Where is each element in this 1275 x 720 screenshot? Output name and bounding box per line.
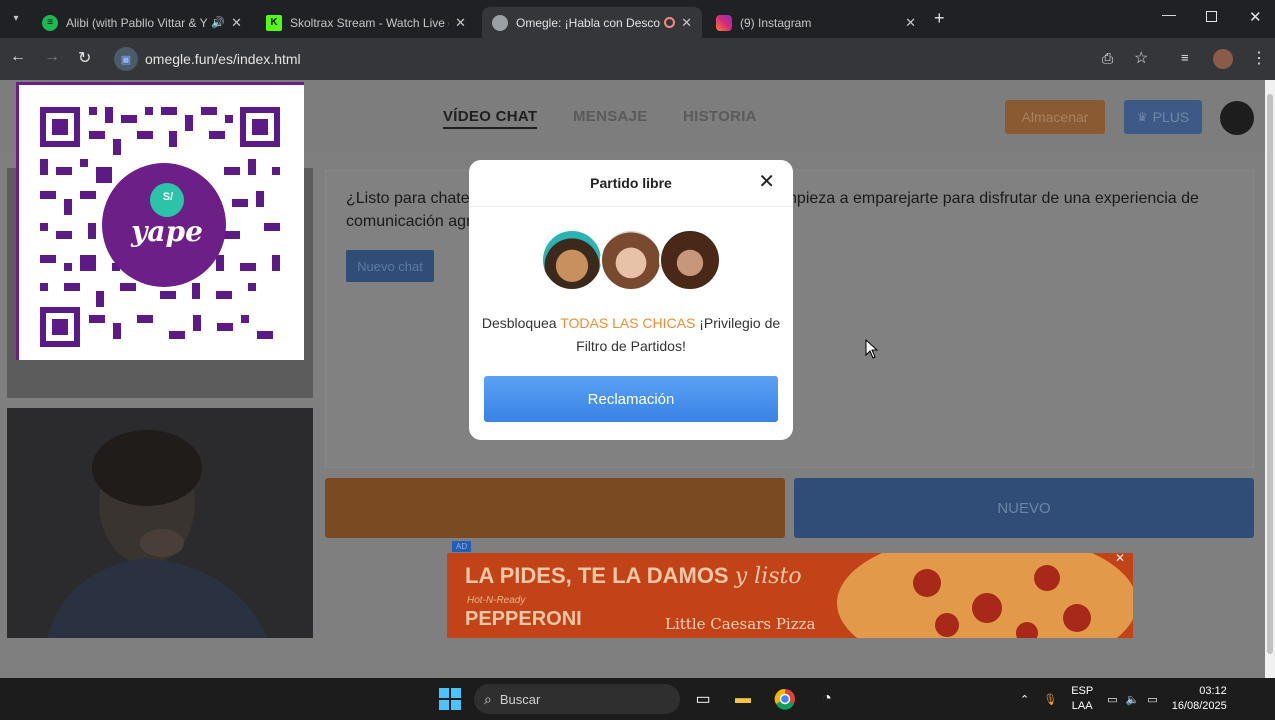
clock[interactable]: 03:12 16/08/2025 bbox=[1172, 684, 1227, 714]
close-icon[interactable]: ✕ bbox=[455, 15, 466, 31]
close-window-button[interactable]: ✕ bbox=[1249, 8, 1262, 26]
media-control-icon[interactable]: ≡ bbox=[1181, 50, 1189, 65]
ad-headline: LA PIDES, TE LA DAMOS y listo bbox=[465, 563, 802, 589]
yape-logo-text: yape bbox=[131, 215, 203, 248]
site-info-icon[interactable]: ▣ bbox=[114, 47, 138, 71]
back-icon[interactable]: ← bbox=[10, 48, 26, 66]
install-app-icon[interactable]: ⎙ bbox=[1102, 50, 1113, 67]
bookmark-star-icon[interactable]: ☆ bbox=[1134, 48, 1148, 68]
pizza-ad-banner[interactable]: LA PIDES, TE LA DAMOS y listo Hot-N-Read… bbox=[447, 553, 1133, 638]
close-icon[interactable]: ✕ bbox=[231, 15, 242, 31]
modal-title: Partido libre bbox=[590, 175, 672, 191]
windows-start-icon[interactable] bbox=[437, 686, 463, 712]
new-chat-button[interactable]: Nuevo chat bbox=[346, 250, 434, 282]
tab-title: Omegle: ¡Habla con Desconocidos! bbox=[516, 15, 661, 30]
close-icon[interactable]: ✕ bbox=[905, 15, 916, 31]
tab-bar: ▾ ≡ Alibi (with Pabllo Vittar & Yseult) … bbox=[0, 0, 1275, 38]
plus-button[interactable]: ♛ PLUS bbox=[1124, 100, 1202, 134]
recording-icon bbox=[664, 17, 676, 28]
store-button[interactable]: Almacenar bbox=[1005, 100, 1105, 134]
new-tab-button[interactable]: + bbox=[934, 8, 945, 29]
tab-instagram[interactable]: (9) Instagram ✕ bbox=[706, 7, 926, 38]
ad-close-icon[interactable]: ✕ bbox=[1115, 553, 1125, 565]
nav-history[interactable]: HISTORIA bbox=[683, 108, 757, 125]
modal-divider bbox=[469, 206, 793, 207]
tab-search-button[interactable]: ▾ bbox=[6, 10, 26, 28]
close-icon[interactable]: ✕ bbox=[758, 172, 775, 192]
free-match-modal: Partido libre ✕ Desbloquea TODAS LAS CHI… bbox=[469, 160, 793, 440]
tab-title: Alibi (with Pabllo Vittar & Yseult) bbox=[66, 15, 208, 30]
globe-icon bbox=[492, 14, 508, 31]
profile-avatar[interactable] bbox=[1213, 49, 1233, 69]
nav-video-chat[interactable]: VÍDEO CHAT bbox=[443, 108, 538, 129]
ad-tag: AD bbox=[452, 541, 472, 552]
kick-icon: K bbox=[266, 14, 282, 31]
stop-button[interactable] bbox=[325, 478, 785, 538]
reload-icon[interactable]: ↻ bbox=[78, 48, 91, 68]
plus-label: PLUS bbox=[1152, 109, 1190, 125]
close-icon[interactable]: ✕ bbox=[681, 15, 692, 31]
next-button[interactable]: NUEVO bbox=[794, 478, 1254, 538]
taskbar-search[interactable]: ⌕ Buscar bbox=[474, 684, 680, 714]
tab-kick[interactable]: K Skoltrax Stream - Watch Live on Kick ✕ bbox=[256, 7, 476, 38]
battery-icon[interactable]: ▭ bbox=[1147, 693, 1157, 706]
microphone-icon[interactable]: 🎙 bbox=[1043, 693, 1057, 706]
ad-product: PEPPERONI bbox=[465, 608, 582, 630]
volume-icon[interactable]: 🔈 bbox=[1126, 693, 1140, 706]
language-indicator[interactable]: ESP LAA bbox=[1071, 684, 1093, 714]
task-view-icon[interactable]: ▭ bbox=[690, 686, 716, 712]
self-video bbox=[7, 408, 313, 638]
app-icon[interactable]: ◔ bbox=[814, 686, 840, 712]
system-tray: ⌃ 🎙 ESP LAA ▭ 🔈 ▭ 03:12 16/08/2025 bbox=[1020, 678, 1227, 720]
crown-icon: ♛ bbox=[1136, 110, 1148, 124]
user-avatar[interactable] bbox=[1220, 101, 1254, 135]
claim-button[interactable]: Reclamación bbox=[484, 376, 778, 422]
avatar-girl-3 bbox=[659, 229, 721, 291]
tab-title: (9) Instagram bbox=[740, 15, 812, 30]
speaker-icon[interactable]: 🔊 bbox=[211, 16, 225, 29]
tab-title: Skoltrax Stream - Watch Live on Kick bbox=[290, 15, 449, 30]
forward-icon[interactable]: → bbox=[44, 48, 60, 66]
chrome-icon[interactable] bbox=[772, 686, 798, 712]
ad-brand: Little Caesars Pizza bbox=[665, 615, 816, 633]
search-icon: ⌕ bbox=[484, 690, 492, 707]
next-label: NUEVO bbox=[997, 499, 1051, 517]
yape-currency-label: S/ bbox=[162, 191, 174, 203]
highlight-text: TODAS LAS CHICAS bbox=[560, 315, 696, 331]
menu-icon[interactable]: ⋮ bbox=[1251, 48, 1267, 68]
avatar-girl-2 bbox=[600, 229, 662, 291]
tray-chevron-icon[interactable]: ⌃ bbox=[1020, 693, 1029, 706]
search-placeholder: Buscar bbox=[499, 691, 541, 707]
ad-subtitle: Hot-N-Ready bbox=[467, 595, 526, 606]
nav-message[interactable]: MENSAJE bbox=[573, 108, 648, 125]
network-icon[interactable]: ▭ bbox=[1107, 693, 1117, 706]
file-explorer-icon[interactable]: ▬ bbox=[730, 686, 756, 712]
yape-qr-code: S/ yape bbox=[16, 82, 304, 360]
minimize-button[interactable]: — bbox=[1162, 6, 1176, 22]
scrollbar-thumb[interactable] bbox=[1267, 94, 1273, 654]
tab-spotify[interactable]: ≡ Alibi (with Pabllo Vittar & Yseult) 🔊 … bbox=[32, 7, 252, 38]
page-scrollbar[interactable] bbox=[1265, 80, 1275, 678]
mouse-cursor-icon bbox=[865, 339, 879, 359]
modal-message: Desbloquea TODAS LAS CHICAS ¡Privilegio … bbox=[481, 315, 781, 354]
address-bar[interactable]: ▣ omegle.fun/es/index.html bbox=[110, 44, 1160, 74]
restore-button[interactable] bbox=[1206, 11, 1217, 22]
browser-toolbar: ← → ↻ ▣ omegle.fun/es/index.html ⎙ ☆ ≡ ⋮ bbox=[0, 38, 1275, 80]
instagram-icon bbox=[716, 14, 732, 31]
avatar-girl-1 bbox=[541, 229, 603, 291]
windows-taskbar: ⌕ Buscar ▭ ▬ ◔ ⌃ 🎙 ESP LAA ▭ 🔈 ▭ 03:12 1… bbox=[0, 678, 1275, 720]
url-text: omegle.fun/es/index.html bbox=[145, 51, 301, 67]
webcam-person-image bbox=[7, 408, 313, 638]
tab-omegle[interactable]: Omegle: ¡Habla con Desconocidos! ✕ bbox=[482, 7, 702, 38]
spotify-icon: ≡ bbox=[42, 14, 58, 31]
